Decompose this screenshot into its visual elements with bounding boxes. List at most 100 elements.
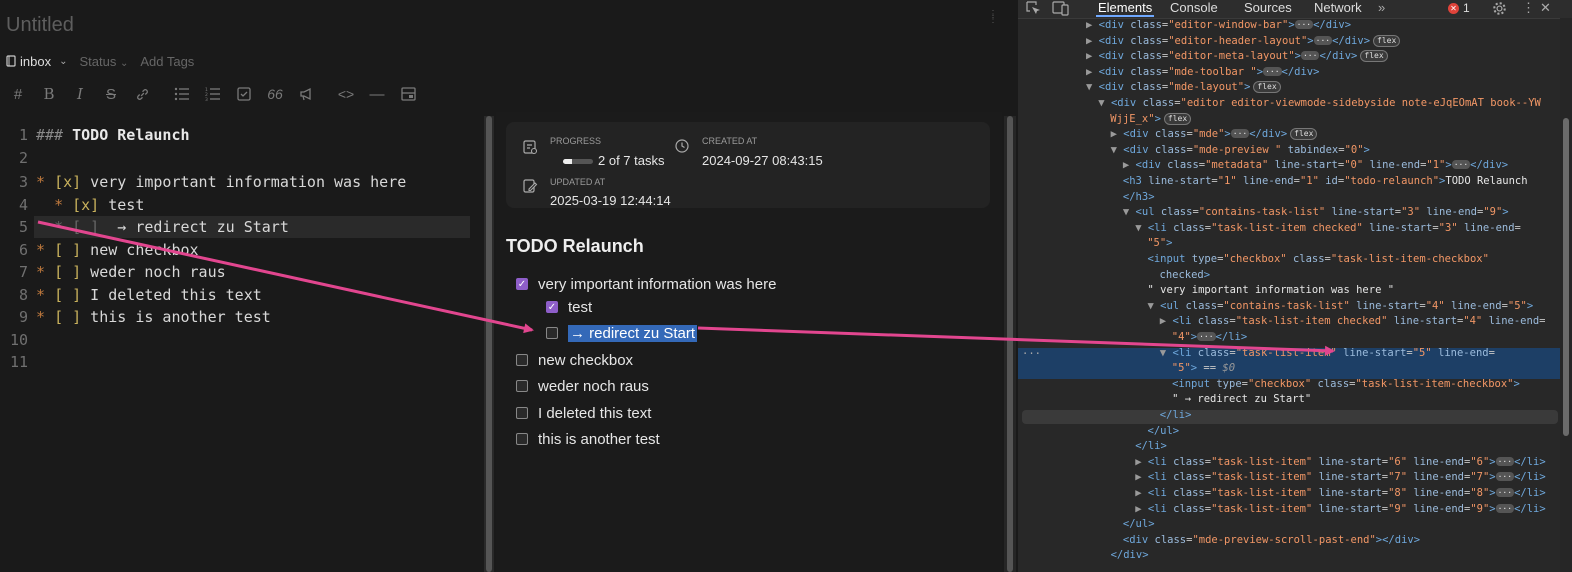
italic-icon[interactable]: I (70, 84, 90, 104)
expand-toggle-icon[interactable]: ▶ (1086, 35, 1092, 47)
preview-toggle-icon[interactable] (398, 84, 418, 104)
dom-node-row[interactable]: </ul> (1148, 424, 1180, 440)
dom-node-row[interactable]: ▼ <ul class="contains-task-list" line-st… (1123, 205, 1509, 221)
collapsed-ellipsis[interactable]: ··· (1495, 472, 1515, 482)
inspect-element-icon[interactable] (1026, 1, 1042, 16)
expand-toggle-icon[interactable]: ▶ (1123, 159, 1129, 171)
task-checkbox[interactable] (546, 327, 558, 339)
dom-node-row[interactable]: <h3 line-start="1" line-end="1" id="todo… (1123, 174, 1528, 190)
scrollbar-thumb[interactable] (486, 116, 492, 572)
dom-node-row[interactable]: ▶ <li class="task-list-item" line-start=… (1135, 455, 1546, 471)
dom-node-row[interactable]: ▼ <div class="editor editor-viewmode-sid… (1098, 96, 1541, 112)
dom-node-row[interactable]: ▶ <div class="editor-window-bar"> ··· </di… (1086, 18, 1351, 34)
dom-node-row[interactable]: ▶ <div class="mde-toolbar "> ··· </div> (1086, 65, 1319, 81)
dom-node-row[interactable]: ▼ <ul class="contains-task-list" line-st… (1148, 299, 1534, 315)
announce-icon[interactable] (296, 84, 316, 104)
bold-icon[interactable]: B (39, 84, 59, 104)
flex-badge[interactable]: flex (1373, 34, 1401, 47)
editor-scrollbar[interactable] (484, 116, 494, 572)
collapsed-ellipsis[interactable]: ··· (1230, 129, 1250, 139)
expand-toggle-icon[interactable]: ▼ (1148, 300, 1154, 312)
dom-node-row[interactable]: </li> (1160, 408, 1192, 424)
expand-toggle-icon[interactable]: ▶ (1135, 487, 1141, 499)
collapsed-ellipsis[interactable]: ··· (1495, 456, 1515, 466)
collapsed-ellipsis[interactable]: ··· (1300, 51, 1320, 61)
dom-node-row[interactable]: ▶ <li class="task-list-item" line-start=… (1135, 502, 1546, 518)
task-checkbox[interactable]: ✓ (546, 301, 558, 313)
tab-sources[interactable]: Sources (1244, 0, 1292, 15)
node-options-icon[interactable]: ··· (1022, 348, 1041, 360)
devtools-scrollbar[interactable] (1560, 18, 1572, 572)
dom-node-row[interactable]: ▼ <li class="task-list-item checked" lin… (1135, 221, 1521, 237)
expand-toggle-icon[interactable]: ▼ (1160, 347, 1166, 359)
dom-node-row[interactable]: " → redirect zu Start" (1172, 392, 1311, 408)
markdown-editor[interactable]: 1 ### TODO Relaunch 2 3 * [x] very importa… (0, 118, 480, 572)
bullet-list-icon[interactable] (172, 84, 192, 104)
flex-badge[interactable]: flex (1290, 128, 1318, 141)
collapsed-ellipsis[interactable]: ··· (1495, 503, 1515, 513)
status-dropdown[interactable]: Status ⌄ (79, 54, 128, 69)
expand-toggle-icon[interactable]: ▼ (1123, 206, 1129, 218)
collapsed-ellipsis[interactable]: ··· (1495, 488, 1515, 497)
dom-node-row[interactable]: <input type="checkbox" class="task-list-… (1148, 252, 1489, 268)
expand-toggle-icon[interactable]: ▶ (1135, 503, 1141, 515)
tab-network[interactable]: Network (1314, 0, 1362, 15)
dom-node-row[interactable]: ▼ <li class="task-list-item" line-start=… (1160, 346, 1495, 362)
dom-node-row[interactable]: checked> (1160, 268, 1211, 284)
quote-icon[interactable]: 66 (265, 84, 285, 104)
dom-node-row[interactable]: </div> (1111, 548, 1149, 564)
tab-console[interactable]: Console (1170, 0, 1218, 15)
error-counter[interactable]: ✕ 1 (1448, 1, 1470, 15)
expand-toggle-icon[interactable]: ▶ (1135, 456, 1141, 468)
dom-node-row[interactable]: ▶ <li class="task-list-item" line-start=… (1135, 470, 1546, 486)
dom-node-row[interactable]: <input type="checkbox" class="task-list-… (1172, 377, 1520, 393)
expand-toggle-icon[interactable]: ▶ (1160, 315, 1166, 327)
collapsed-ellipsis[interactable]: ··· (1263, 66, 1282, 76)
kebab-menu-icon[interactable]: ⋮ (1522, 0, 1535, 16)
dom-node-row[interactable]: ▶ <li class="task-list-item checked" lin… (1160, 314, 1546, 330)
dom-node-row[interactable]: "4"> ··· </li> (1172, 330, 1247, 346)
task-checkbox[interactable] (516, 407, 528, 419)
heading-icon[interactable]: # (8, 84, 28, 104)
task-checkbox[interactable] (516, 354, 528, 366)
notebook-selector[interactable]: inbox ⌄ (6, 54, 67, 69)
flex-badge[interactable]: flex (1253, 81, 1281, 94)
link-icon[interactable] (132, 84, 152, 104)
dom-node-row[interactable]: "5"> == $0 (1172, 361, 1235, 377)
more-tabs-icon[interactable]: » (1378, 0, 1385, 15)
expand-toggle-icon[interactable]: ▼ (1086, 81, 1092, 93)
expand-toggle-icon[interactable]: ▼ (1135, 222, 1141, 234)
scrollbar-thumb[interactable] (1563, 118, 1569, 436)
horizontal-rule-icon[interactable]: — (367, 84, 387, 104)
code-icon[interactable]: <> (336, 84, 356, 104)
flex-badge[interactable]: flex (1163, 112, 1192, 125)
dom-node-row[interactable]: ▼ <div class="mde-preview " tabindex="0"… (1111, 143, 1370, 159)
strikethrough-icon[interactable]: S (101, 84, 121, 104)
add-tags-input[interactable]: Add Tags (140, 54, 194, 69)
expand-toggle-icon[interactable]: ▶ (1086, 19, 1092, 31)
preview-scrollbar[interactable] (1004, 116, 1016, 572)
device-toggle-icon[interactable] (1052, 1, 1070, 16)
checkbox-icon[interactable] (234, 84, 254, 104)
task-checkbox[interactable]: ✓ (516, 278, 528, 290)
dom-node-row[interactable]: <div class="mde-preview-scroll-past-end"… (1123, 533, 1420, 549)
dom-node-row[interactable]: </ul> (1123, 517, 1155, 533)
expand-toggle-icon[interactable]: ▶ (1086, 66, 1092, 78)
dom-node-row[interactable]: " very important information was here " (1148, 283, 1395, 299)
dom-node-row[interactable]: </h3> (1123, 190, 1155, 206)
scrollbar-thumb[interactable] (1007, 116, 1013, 572)
dom-node-row[interactable]: ▶ <div class="editor-meta-layout"> ··· </d… (1086, 49, 1388, 65)
dom-node-row[interactable]: ▶ <li class="task-list-item" line-start=… (1135, 486, 1546, 502)
collapsed-ellipsis[interactable]: ··· (1197, 332, 1216, 341)
numbered-list-icon[interactable]: 123 (203, 84, 223, 104)
tab-elements[interactable]: Elements (1095, 0, 1155, 17)
flex-badge[interactable]: flex (1360, 50, 1388, 63)
dom-node-row[interactable]: ▶ <div class="metadata" line-start="0" l… (1123, 158, 1508, 174)
dom-node-row[interactable]: ▼ <div class="mde-layout"> flex (1086, 80, 1281, 96)
dom-node-row[interactable]: ▶ <div class="mde"> ··· </div> flex (1111, 127, 1318, 143)
expand-toggle-icon[interactable]: ▼ (1111, 144, 1117, 156)
task-checkbox[interactable] (516, 433, 528, 445)
gear-icon[interactable] (1492, 1, 1507, 16)
expand-toggle-icon[interactable]: ▶ (1135, 471, 1141, 483)
note-title[interactable]: Untitled (6, 14, 74, 37)
